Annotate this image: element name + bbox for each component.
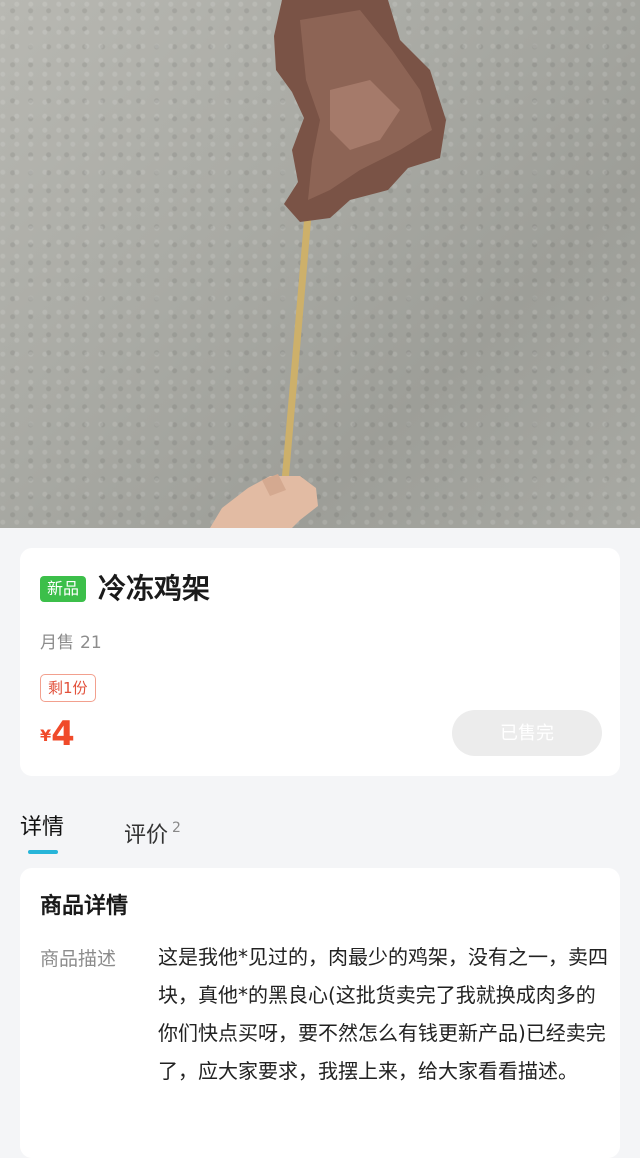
- product-detail-card: 商品详情 商品描述 这是我他*见过的，肉最少的鸡架，没有之一，卖四块，真他*的黑…: [20, 868, 620, 1158]
- tab-bar: 详情 评价 2: [20, 812, 620, 856]
- sold-out-button[interactable]: 已售完: [452, 710, 602, 756]
- price-value: 4: [51, 714, 75, 754]
- tab-details-label: 详情: [20, 815, 65, 840]
- product-photo[interactable]: [0, 0, 640, 528]
- monthly-sales: 月售 21: [40, 628, 102, 653]
- product-photo-illustration: [210, 0, 446, 528]
- currency-symbol: ¥: [40, 726, 52, 745]
- price: ¥4: [40, 714, 75, 754]
- product-title: 冷冻鸡架: [98, 572, 211, 605]
- description-label: 商品描述: [40, 948, 117, 970]
- active-tab-indicator: [28, 850, 58, 854]
- tab-reviews[interactable]: 评价 2: [124, 812, 181, 852]
- monthly-sales-label: 月售: [40, 633, 74, 653]
- detail-title: 商品详情: [40, 894, 129, 919]
- new-badge: 新品: [40, 576, 87, 602]
- tab-reviews-label: 评价: [124, 823, 169, 848]
- stock-remaining-badge: 剩1份: [40, 674, 96, 702]
- tab-details[interactable]: 详情: [20, 812, 64, 844]
- monthly-sales-count: 21: [80, 633, 102, 653]
- review-count: 2: [172, 820, 181, 836]
- product-info-card: 新品 冷冻鸡架 月售 21 剩1份 ¥4 已售完: [20, 548, 620, 776]
- description-text: 这是我他*见过的，肉最少的鸡架，没有之一，卖四块，真他*的黑良心(这批货卖完了我…: [158, 945, 608, 1083]
